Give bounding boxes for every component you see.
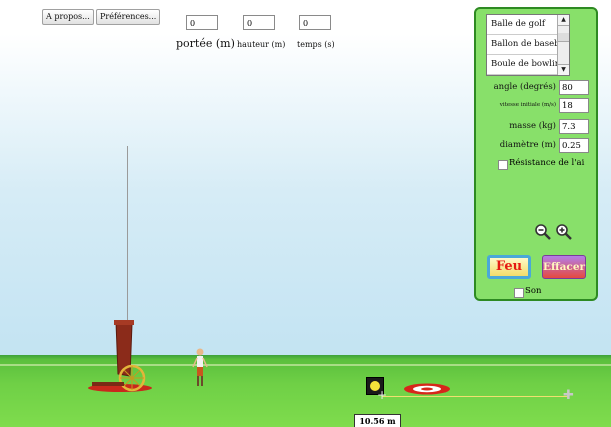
- measured-distance: 10.56 m: [354, 414, 401, 427]
- cannon-muzzle: [114, 320, 134, 325]
- scroll-thumb[interactable]: [558, 33, 569, 42]
- about-button[interactable]: A propos...: [42, 9, 94, 25]
- speed-label: vitesse initiale (m/s): [499, 102, 556, 108]
- height-readout: 0: [243, 15, 275, 30]
- diameter-label: diamètre (m): [499, 140, 556, 150]
- cannon[interactable]: [84, 316, 156, 398]
- diameter-row: diamètre (m) 0.25: [476, 138, 598, 155]
- time-readout: 0: [299, 15, 331, 30]
- angle-row: angle (degrés) 80: [476, 80, 598, 97]
- angle-label: angle (degrés): [493, 82, 556, 92]
- scroll-up-icon[interactable]: ▲: [558, 15, 569, 26]
- person-figure: [192, 348, 208, 386]
- fire-button[interactable]: Feu: [487, 255, 531, 279]
- height-label: hauteur (m): [237, 40, 286, 49]
- sound-checkbox[interactable]: [514, 288, 524, 298]
- speed-row: vitesse initiale (m/s) 18: [476, 98, 598, 115]
- speed-input[interactable]: 18: [559, 98, 589, 113]
- zoom-out-icon[interactable]: [534, 223, 552, 241]
- projectile-list-scrollbar[interactable]: ▲ ▼: [557, 15, 569, 75]
- target[interactable]: [402, 382, 452, 396]
- range-readout: 0: [186, 15, 218, 30]
- mass-input[interactable]: 7.3: [559, 119, 589, 134]
- measuring-tape-end-crosshair-icon[interactable]: ✚: [563, 389, 575, 402]
- scroll-down-icon[interactable]: ▼: [558, 64, 569, 75]
- mass-label: masse (kg): [509, 121, 556, 131]
- time-label: temps (s): [297, 40, 335, 49]
- zoom-in-icon[interactable]: [555, 223, 573, 241]
- cannon-carriage: [92, 382, 124, 386]
- angle-input[interactable]: 80: [559, 80, 589, 95]
- preferences-button[interactable]: Préférences...: [96, 9, 161, 25]
- control-panel: Balle de golf Ballon de baseb Boule de b…: [474, 7, 598, 301]
- clear-button[interactable]: Effacer: [542, 255, 586, 279]
- range-label: portée (m): [176, 37, 235, 50]
- diameter-input[interactable]: 0.25: [559, 138, 589, 153]
- measuring-tape-start-crosshair-icon: +: [377, 388, 388, 402]
- measuring-tape-line: [382, 396, 569, 397]
- projectile-list[interactable]: Balle de golf Ballon de baseb Boule de b…: [486, 14, 570, 76]
- simulation-stage: A propos... Préférences... 0 0 0 portée …: [0, 0, 611, 427]
- sound-label: Son: [525, 286, 542, 296]
- air-resistance-label: Résistance de l'ai: [509, 158, 585, 168]
- air-resistance-checkbox[interactable]: [498, 160, 508, 170]
- mass-row: masse (kg) 7.3: [476, 119, 598, 136]
